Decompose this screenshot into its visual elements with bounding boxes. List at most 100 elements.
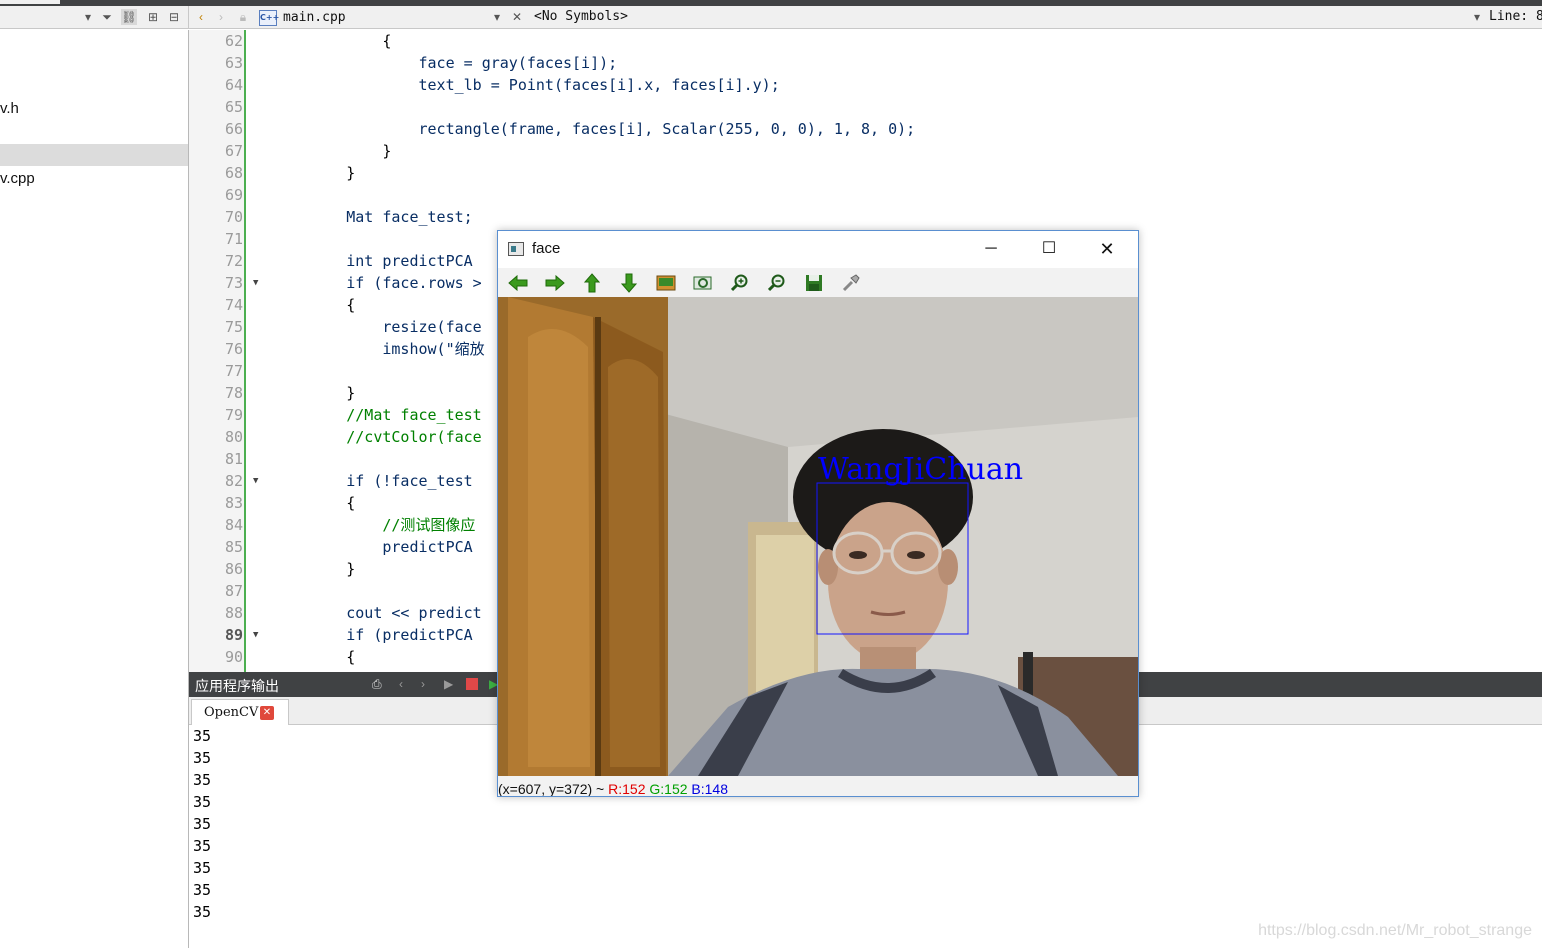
close-file-icon[interactable]: ✕ [509, 9, 525, 25]
line-indicator[interactable]: Line: 8 [1489, 9, 1542, 24]
pan-down-icon[interactable] [618, 272, 640, 294]
code-line[interactable]: 70 Mat face_test; [189, 206, 1542, 228]
code-text: if (predictPCA [274, 626, 473, 644]
close-pane-icon[interactable]: ⊟ [166, 9, 182, 25]
file-selector[interactable]: C++ main.cpp [259, 8, 346, 27]
zoom-original-icon[interactable] [655, 272, 677, 294]
output-line: 35 [193, 815, 212, 833]
output-line: 35 [193, 859, 212, 877]
cpp-file-icon: C++ [259, 9, 279, 26]
line-number: 81 [224, 450, 243, 468]
line-number: 90 [224, 648, 243, 666]
code-text: } [274, 142, 392, 160]
code-line[interactable]: 66 rectangle(frame, faces[i], Scalar(255… [189, 118, 1542, 140]
maximize-icon[interactable]: ☐ [1026, 235, 1072, 263]
fold-marker-icon[interactable]: ▼ [253, 470, 258, 492]
line-number: 82 [224, 472, 243, 490]
zoom-out-icon[interactable] [766, 272, 788, 294]
code-line[interactable]: 64 text_lb = Point(faces[i].x, faces[i].… [189, 74, 1542, 96]
project-tree: v.h v.cpp [0, 30, 189, 948]
tree-item-selected[interactable] [0, 144, 188, 166]
face-window[interactable]: face ─ ☐ ✕ WangJiChuan (x=607, y=372) ~ … [497, 230, 1139, 797]
code-text: imshow("缩放 [274, 340, 485, 358]
window-titlebar[interactable]: face ─ ☐ ✕ [498, 231, 1138, 268]
line-number: 85 [224, 538, 243, 556]
minimize-icon[interactable]: ─ [968, 235, 1014, 263]
link-icon[interactable]: ⛓ [121, 9, 137, 25]
code-line[interactable]: 63 face = gray(faces[i]); [189, 52, 1542, 74]
run-icon[interactable]: ▶ [444, 677, 453, 691]
output-line: 35 [193, 881, 212, 899]
line-number: 73 [224, 274, 243, 292]
stop-icon[interactable] [466, 678, 478, 690]
close-icon[interactable]: ✕ [1084, 235, 1130, 263]
code-text: //Mat face_test [274, 406, 482, 424]
fold-marker-icon[interactable]: ▼ [253, 624, 258, 646]
line-number: 88 [224, 604, 243, 622]
pan-up-icon[interactable] [581, 272, 603, 294]
status-coords: (x=607, y=372) ~ [498, 781, 609, 797]
lock-icon: 🔒︎ [239, 10, 247, 24]
output-line: 35 [193, 771, 212, 789]
back-icon[interactable]: ‹ [193, 9, 209, 25]
code-line[interactable]: 67 } [189, 140, 1542, 162]
line-number: 75 [224, 318, 243, 336]
face-label-text: WangJiChuan [818, 452, 1024, 487]
file-dropdown-icon[interactable]: ▾ [489, 9, 505, 25]
code-line[interactable]: 62 { [189, 30, 1542, 52]
tree-item-label: v.cpp [0, 170, 35, 187]
dropdown-icon[interactable]: ▾ [80, 9, 96, 25]
code-line[interactable]: 69 [189, 184, 1542, 206]
line-number: 62 [224, 32, 243, 50]
filter-icon[interactable]: ⏷ [99, 9, 115, 25]
code-line[interactable]: 65 [189, 96, 1542, 118]
close-icon[interactable]: ✕ [260, 706, 274, 720]
save-icon[interactable] [803, 272, 825, 294]
camera-frame[interactable]: WangJiChuan [498, 297, 1138, 776]
code-text: } [274, 164, 356, 182]
fold-marker-icon[interactable]: ▼ [253, 272, 258, 294]
tab-opencv[interactable]: OpenCV ✕ [191, 699, 289, 725]
code-text: { [274, 296, 356, 314]
code-text: { [274, 648, 356, 666]
code-line[interactable]: 68 } [189, 162, 1542, 184]
pan-right-icon[interactable] [544, 272, 566, 294]
attach-icon[interactable]: ⎙ [372, 677, 382, 692]
pan-left-icon[interactable] [507, 272, 529, 294]
split-icon[interactable]: ⊞ [145, 9, 161, 25]
code-text: face = gray(faces[i]); [274, 54, 618, 72]
zoom-in-icon[interactable] [729, 272, 751, 294]
line-number: 84 [224, 516, 243, 534]
prev-icon[interactable]: ‹ [399, 677, 403, 691]
symbols-selector[interactable]: <No Symbols> [534, 9, 628, 24]
line-number: 77 [224, 362, 243, 380]
file-name: main.cpp [283, 10, 346, 25]
output-line: 35 [193, 903, 212, 921]
line-number: 80 [224, 428, 243, 446]
image-toolbar [498, 268, 1138, 297]
tree-item-header[interactable]: v.h [0, 98, 19, 120]
code-text: predictPCA [274, 538, 473, 556]
line-number: 67 [224, 142, 243, 160]
line-number: 83 [224, 494, 243, 512]
zoom-fit-icon[interactable] [692, 272, 714, 294]
window-app-icon [508, 242, 524, 256]
code-text: { [274, 32, 392, 50]
code-text: rectangle(frame, faces[i], Scalar(255, 0… [274, 120, 916, 138]
tree-item-source[interactable]: v.cpp [0, 168, 35, 190]
next-icon[interactable]: › [421, 677, 425, 691]
code-text: text_lb = Point(faces[i].x, faces[i].y); [274, 76, 780, 94]
pixel-status-bar: (x=607, y=372) ~ R:152 G:152 B:148 [498, 776, 1138, 797]
properties-icon[interactable] [840, 272, 862, 294]
code-text: if (face.rows > [274, 274, 482, 292]
code-text: //cvtColor(face [274, 428, 482, 446]
editor-toolbar-right: ‹ › 🔒︎ C++ main.cpp ▾ ✕ <No Symbols> ▾ L… [189, 6, 1542, 28]
watermark: https://blog.csdn.net/Mr_robot_strange [1258, 922, 1532, 939]
symbols-dropdown-icon[interactable]: ▾ [1469, 9, 1485, 25]
forward-icon[interactable]: › [213, 9, 229, 25]
code-text: } [274, 560, 356, 578]
status-red: R:152 [608, 781, 646, 797]
line-number: 63 [224, 54, 243, 72]
line-number: 69 [224, 186, 243, 204]
output-line: 35 [193, 727, 212, 745]
